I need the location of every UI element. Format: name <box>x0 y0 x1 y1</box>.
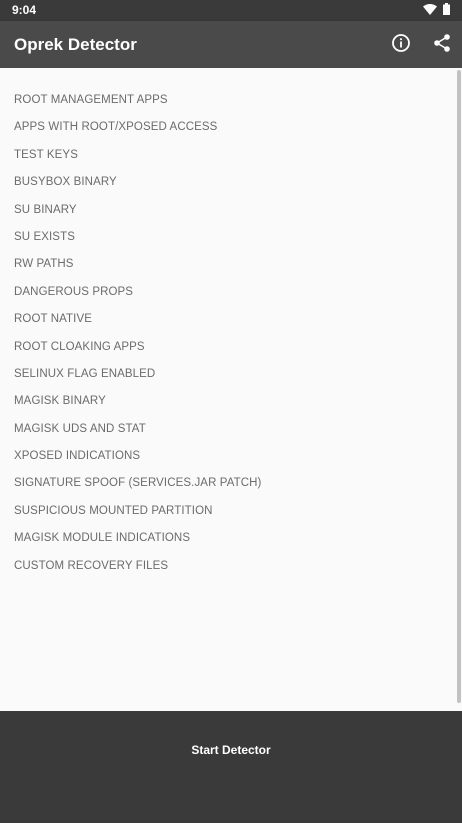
check-item-dangerous-props: DANGEROUS PROPS <box>14 285 134 298</box>
check-item-rw-paths: RW PATHS <box>14 258 74 271</box>
check-item-magisk-uds-and-stat: MAGISK UDS AND STAT <box>14 422 146 435</box>
start-detector-button[interactable]: Start Detector <box>0 711 462 789</box>
check-item-test-keys: TEST KEYS <box>14 148 78 161</box>
share-icon <box>432 33 452 58</box>
wifi-icon <box>423 2 437 20</box>
check-item-selinux-flag-enabled: SELINUX FLAG ENABLED <box>14 367 156 380</box>
check-item-root-cloaking-apps: ROOT CLOAKING APPS <box>14 340 145 353</box>
check-item-su-exists: SU EXISTS <box>14 230 75 243</box>
check-item-signature-spoof: SIGNATURE SPOOF (SERVICES.JAR PATCH) <box>14 477 262 490</box>
battery-icon <box>443 2 450 20</box>
check-item-su-binary: SU BINARY <box>14 203 77 216</box>
check-item-custom-recovery-files: CUSTOM RECOVERY FILES <box>14 559 169 572</box>
check-item-busybox-binary: BUSYBOX BINARY <box>14 176 117 189</box>
share-button[interactable] <box>430 33 454 57</box>
check-list: ROOT MANAGEMENT APPS APPS WITH ROOT/XPOS… <box>14 94 261 587</box>
check-item-root-management-apps: ROOT MANAGEMENT APPS <box>14 94 168 106</box>
info-icon <box>391 33 411 58</box>
check-item-magisk-module-indications: MAGISK MODULE INDICATIONS <box>14 532 191 545</box>
scrollbar[interactable] <box>457 70 461 703</box>
check-item-magisk-binary: MAGISK BINARY <box>14 395 106 408</box>
bottom-panel: Start Detector <box>0 711 462 823</box>
check-item-xposed-indications: XPOSED INDICATIONS <box>14 450 141 463</box>
check-item-suspicious-mounted-partition: SUSPICIOUS MOUNTED PARTITION <box>14 504 213 517</box>
status-icons <box>423 2 450 20</box>
status-bar: 9:04 <box>0 0 462 21</box>
app-title: Oprek Detector <box>14 35 137 54</box>
info-button[interactable] <box>389 33 413 57</box>
check-list-container: ROOT MANAGEMENT APPS APPS WITH ROOT/XPOS… <box>0 68 462 711</box>
check-item-root-native: ROOT NATIVE <box>14 313 92 326</box>
check-item-apps-with-root-xposed-access: APPS WITH ROOT/XPOSED ACCESS <box>14 121 218 134</box>
app-bar: Oprek Detector <box>0 21 462 68</box>
status-time: 9:04 <box>12 3 37 17</box>
